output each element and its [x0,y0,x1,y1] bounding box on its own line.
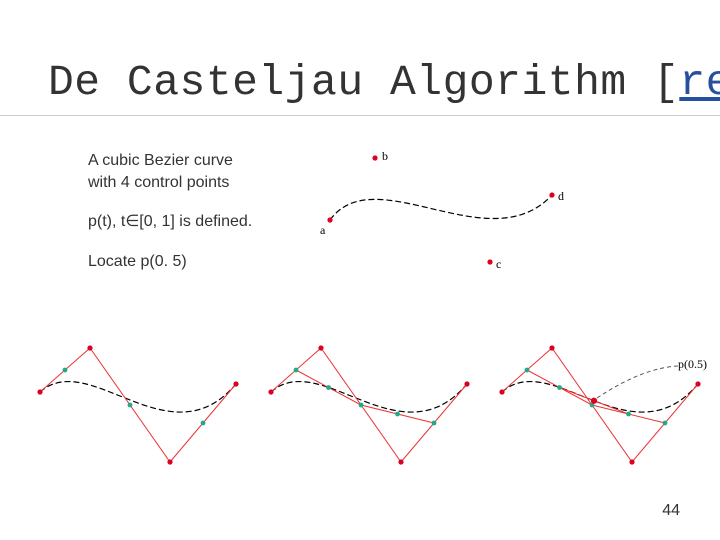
figures-row: p(0.5) [30,340,710,480]
step3-svg: p(0.5) [492,340,710,470]
step3-mid2-2 [626,412,631,417]
step2-curve [271,382,467,413]
step1-mid-bc [128,403,133,408]
step3-a [499,389,504,394]
step1-b [87,345,92,350]
figure-step-2 [261,340,479,470]
step3-level1 [527,370,665,423]
step2-a [268,389,273,394]
body-block-3: Locate p(0. 5) [88,251,252,273]
title-prefix: De Casteljau Algorithm [48,58,653,107]
body-line-4: Locate p(0. 5) [88,251,252,273]
step3-p05-label: p(0.5) [678,357,707,371]
step1-a [37,389,42,394]
step2-level1 [296,370,434,423]
step1-c [167,459,172,464]
step2-polygon [271,348,467,462]
body-line-1: A cubic Bezier curve [88,150,252,172]
page-number: 44 [662,502,680,520]
step1-mid-ab [63,368,68,373]
step3-leader [597,366,678,398]
figure-top: a b c d [320,150,568,270]
step2-mid-cd [432,421,437,426]
label-a: a [320,223,326,237]
figure-step-3: p(0.5) [492,340,710,470]
step1-svg [30,340,248,470]
step1-polygon [40,348,236,462]
ref-link[interactable]: ref [679,58,720,107]
slide-title: De Casteljau Algorithm [ref] [48,58,720,107]
body-block-2: p(t), t∈[0, 1] is defined. [88,211,252,233]
step3-b [549,345,554,350]
step3-p05 [591,398,597,404]
step3-curve [502,382,698,413]
point-c-dot [487,259,492,264]
step2-mid-ab [294,368,299,373]
body-line-3: p(t), t∈[0, 1] is defined. [88,211,252,233]
label-b: b [382,150,388,163]
step2-mid2-2 [395,412,400,417]
step1-d [233,381,238,386]
step1-mid-cd [201,421,206,426]
step2-c [398,459,403,464]
step2-b [318,345,323,350]
step3-d [695,381,700,386]
body-text: A cubic Bezier curve with 4 control poin… [88,150,252,290]
point-a-dot [327,217,332,222]
label-c: c [496,257,501,270]
step1-curve [40,382,236,413]
figure-step-1 [30,340,248,470]
bracket-open: [ [653,58,679,107]
label-d: d [558,189,564,203]
title-divider [0,115,720,116]
step3-c [629,459,634,464]
step3-mid2-1 [557,385,562,390]
step2-mid-bc [359,403,364,408]
body-block-1: A cubic Bezier curve with 4 control poin… [88,150,252,193]
step3-polygon [502,348,698,462]
step2-svg [261,340,479,470]
bezier-top-svg: a b c d [320,150,568,270]
body-line-2: with 4 control points [88,172,252,194]
step2-mid2-1 [326,385,331,390]
bezier-curve [330,195,552,220]
point-d-dot [549,192,554,197]
step2-d [464,381,469,386]
step3-mid-cd [663,421,668,426]
step3-mid-ab [525,368,530,373]
point-b-dot [372,155,377,160]
